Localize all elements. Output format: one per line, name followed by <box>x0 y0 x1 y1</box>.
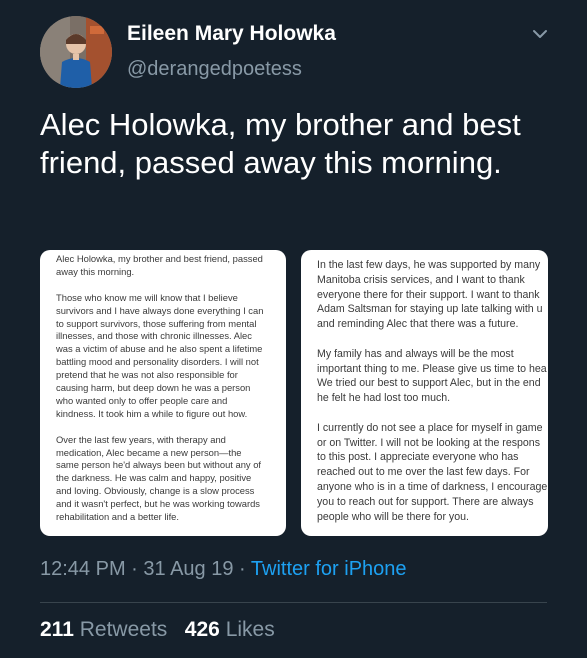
likes-label: Likes <box>225 618 275 641</box>
meta-separator: · <box>125 558 144 580</box>
retweets-stat[interactable]: 211 Retweets <box>40 618 167 641</box>
author-name[interactable]: Eileen Mary Holowka <box>127 22 336 46</box>
retweets-count: 211 <box>40 618 74 641</box>
retweets-label: Retweets <box>79 618 168 641</box>
image-left-paragraph: Those who know me will know that I belie… <box>56 291 264 419</box>
image-right-paragraph: I currently do not see a place for mysel… <box>317 421 548 523</box>
tweet-text: Alec Holowka, my brother and best friend… <box>40 107 521 180</box>
image-left-paragraph: Alec Holowka, my brother and best friend… <box>56 253 263 277</box>
tweet-metadata: 12:44 PM · 31 Aug 19 · Twitter for iPhon… <box>40 558 407 581</box>
avatar-image <box>40 16 112 88</box>
avatar[interactable] <box>40 16 112 88</box>
tweet-image-left[interactable]: Alec Holowka, my brother and best friend… <box>40 250 286 536</box>
tweet-source-link[interactable]: Twitter for iPhone <box>251 558 407 580</box>
image-right-paragraph: In the last few days, he was supported b… <box>317 259 543 331</box>
tweet-time[interactable]: 12:44 PM <box>40 558 126 580</box>
image-left-paragraph: Over the last few years, with therapy an… <box>56 433 262 523</box>
tweet-image-right[interactable]: In the last few days, he was supported b… <box>301 250 548 536</box>
tweet-date[interactable]: 31 Aug 19 <box>143 558 233 580</box>
meta-separator: · <box>233 558 251 580</box>
author-handle[interactable]: @derangedpoetess <box>127 58 302 81</box>
image-right-text: In the last few days, he was supported b… <box>317 258 548 536</box>
likes-stat[interactable]: 426 Likes <box>185 618 275 641</box>
likes-count: 426 <box>184 618 220 641</box>
image-left-text: Alec Holowka, my brother and best friend… <box>56 253 282 536</box>
divider <box>40 602 547 603</box>
tweet-stats: 211 Retweets 426 Likes <box>40 618 275 642</box>
chevron-down-icon[interactable] <box>531 27 549 41</box>
image-right-paragraph: My family has and always will be the mos… <box>317 347 547 405</box>
